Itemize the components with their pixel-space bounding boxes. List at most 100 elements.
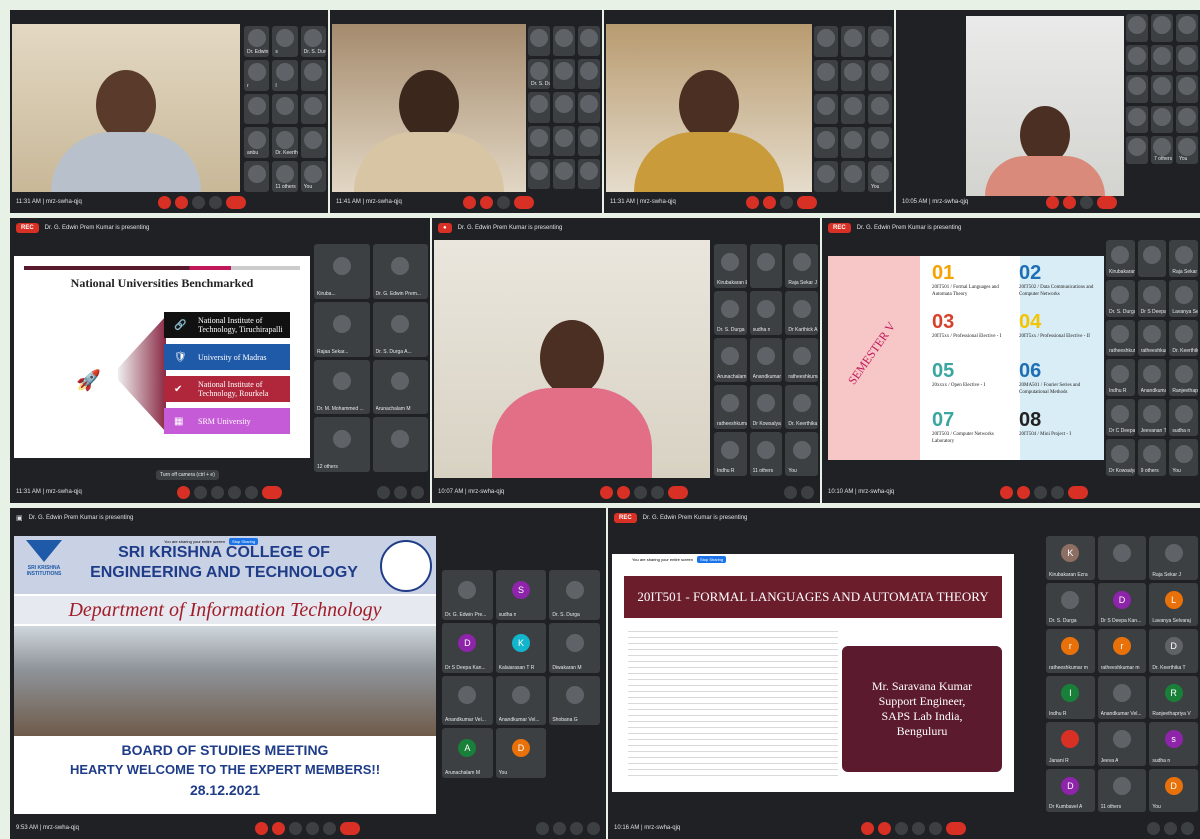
mic-button[interactable] — [1000, 485, 1014, 499]
participant-tile[interactable]: Ranjeethapriya — [1169, 359, 1198, 397]
mic-button[interactable] — [746, 195, 760, 209]
participant-tile[interactable]: Dr Kowsalya A — [1106, 439, 1135, 476]
participant-tile[interactable]: 7 others — [1151, 136, 1173, 164]
camera-button[interactable] — [480, 195, 494, 209]
participant-tile[interactable]: Kiruba... — [314, 244, 370, 299]
end-call-button[interactable] — [514, 195, 535, 209]
participant-tile[interactable]: D Dr S Deepa Kan... — [442, 622, 493, 673]
participant-tile[interactable]: ratheeshkumar m — [1106, 319, 1135, 357]
captions-button[interactable] — [288, 821, 302, 835]
participant-tile[interactable]: 11 others — [272, 161, 298, 192]
present-button[interactable] — [1051, 485, 1065, 499]
participant-tile[interactable]: Dr. Keerthika T — [272, 127, 298, 159]
captions-button[interactable] — [634, 485, 648, 499]
participant-tile[interactable] — [841, 59, 865, 91]
captions-button[interactable] — [780, 195, 794, 209]
present-button[interactable] — [651, 485, 665, 499]
participant-tile[interactable] — [841, 127, 865, 159]
camera-button[interactable] — [1062, 195, 1076, 209]
mic-button[interactable] — [176, 485, 190, 499]
participant-tile[interactable]: R Ranjeethapriya V — [1149, 675, 1198, 719]
participant-tile[interactable] — [814, 59, 838, 91]
people-button[interactable] — [1164, 821, 1177, 835]
info-button[interactable] — [536, 821, 549, 835]
participant-tile[interactable]: Dr. Edwin Prem... — [244, 26, 270, 57]
participant-tile[interactable]: A Arunachalam M — [442, 728, 493, 778]
participant-tile[interactable]: Anandkumar Vel... — [1097, 675, 1147, 719]
participant-tile[interactable]: Janani R — [1046, 722, 1095, 766]
participant-tile[interactable] — [1176, 75, 1198, 103]
participant-tile[interactable] — [1151, 105, 1173, 133]
participant-tile[interactable]: Dr. S. Durga — [1046, 582, 1095, 626]
participant-tile[interactable] — [1151, 44, 1173, 72]
more-button[interactable] — [244, 485, 258, 499]
participant-tile[interactable] — [1126, 75, 1148, 103]
participant-tile[interactable]: Anandkumar Vel... — [442, 675, 493, 726]
present-button[interactable] — [227, 485, 241, 499]
participant-tile[interactable] — [1126, 105, 1148, 133]
participant-tile[interactable] — [1151, 75, 1173, 103]
captions-button[interactable] — [1034, 485, 1048, 499]
participant-tile[interactable]: Dr C Deepa Kan... — [1106, 399, 1135, 437]
participant-tile[interactable] — [578, 158, 600, 189]
participant-tile[interactable]: 9 others — [1137, 439, 1167, 476]
participant-tile[interactable] — [841, 26, 865, 57]
participant-tile[interactable] — [300, 127, 326, 159]
participant-tile[interactable]: sudha n — [1169, 399, 1198, 437]
participant-tile[interactable]: s sudha n — [1149, 722, 1198, 766]
participant-tile[interactable] — [300, 93, 326, 125]
participant-tile[interactable] — [868, 59, 892, 91]
end-call-button[interactable] — [946, 821, 967, 835]
participant-tile[interactable] — [1126, 136, 1148, 164]
participant-tile[interactable] — [553, 59, 575, 90]
mic-button[interactable] — [861, 821, 875, 835]
mic-button[interactable] — [463, 195, 477, 209]
participant-tile[interactable]: Dr Kowsalya A — [749, 385, 783, 429]
participant-tile[interactable]: Dr. S. Durga — [528, 59, 550, 90]
more-button[interactable] — [929, 821, 943, 835]
participant-tile[interactable]: Dr. G. Edwin Prem... — [372, 244, 428, 299]
participant-tile[interactable]: anbu — [244, 127, 270, 159]
mic-button[interactable] — [157, 195, 171, 209]
participant-tile[interactable] — [1097, 536, 1147, 580]
participant-tile[interactable] — [814, 26, 838, 57]
participant-tile[interactable] — [244, 161, 270, 192]
participant-tile[interactable]: You — [1176, 136, 1198, 164]
participant-tile[interactable] — [868, 127, 892, 159]
camera-button[interactable] — [271, 821, 285, 835]
participant-tile[interactable]: Arunachalam M — [714, 338, 747, 382]
end-call-button[interactable] — [261, 485, 282, 499]
activities-button[interactable] — [587, 821, 600, 835]
participant-tile[interactable]: r ratheeshkumar m — [1046, 629, 1095, 673]
participant-tile[interactable] — [868, 26, 892, 57]
stop-sharing-button[interactable]: Stop Sharing — [697, 556, 727, 563]
end-call-button[interactable] — [339, 821, 360, 835]
participant-tile[interactable] — [814, 93, 838, 125]
participant-tile[interactable]: 11 others — [1097, 768, 1147, 812]
end-call-button[interactable] — [1068, 485, 1089, 499]
participant-tile[interactable] — [553, 92, 575, 123]
end-call-button[interactable] — [797, 195, 818, 209]
participant-tile[interactable]: Jeeva A — [1097, 722, 1147, 766]
participant-tile[interactable]: Dr. S. Durga — [300, 26, 326, 57]
participant-tile[interactable] — [528, 158, 550, 189]
participant-tile[interactable] — [1151, 14, 1173, 42]
participant-tile[interactable] — [841, 161, 865, 192]
participant-tile[interactable]: Anandkumar Vel... — [495, 675, 547, 726]
participant-tile[interactable]: You — [868, 161, 892, 192]
participant-tile[interactable] — [578, 26, 600, 57]
participant-tile[interactable]: r ratheeshkumar m — [1097, 629, 1147, 673]
participant-tile[interactable]: D Dr Kumbavel A — [1046, 768, 1095, 812]
participant-tile[interactable] — [244, 93, 270, 125]
participant-tile[interactable] — [814, 127, 838, 159]
participant-tile[interactable] — [1126, 14, 1148, 42]
captions-button[interactable] — [895, 821, 909, 835]
end-call-button[interactable] — [225, 195, 246, 209]
camera-button[interactable] — [617, 485, 631, 499]
end-call-button[interactable] — [668, 485, 689, 499]
participant-tile[interactable] — [528, 26, 550, 57]
participant-tile[interactable]: Jeevanan T R — [1137, 399, 1167, 437]
participant-tile[interactable]: Dr. S. Durga — [549, 570, 600, 620]
participant-tile[interactable] — [553, 125, 575, 156]
participant-tile[interactable]: Dr. Keerthika T — [785, 385, 818, 429]
